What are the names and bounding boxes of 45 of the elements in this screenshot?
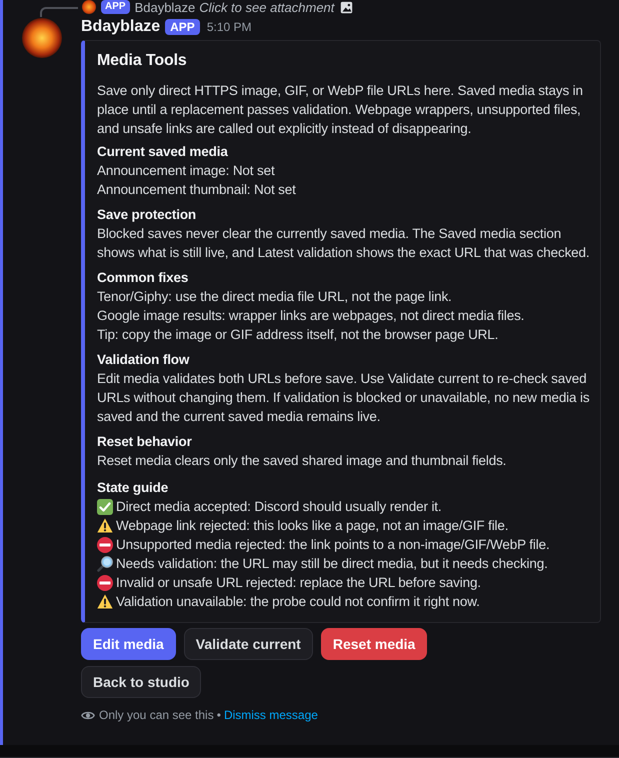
section-heading: Reset behavior xyxy=(97,433,193,451)
app-badge: APP xyxy=(165,19,200,35)
no-entry-icon xyxy=(97,574,113,590)
reply-author[interactable]: Bdayblaze xyxy=(134,0,196,15)
app-badge: APP xyxy=(101,0,130,14)
state-description: Webpage link rejected: this looks like a page, not an image/GIF file. xyxy=(116,517,508,535)
action-button[interactable]: Reset media xyxy=(320,628,428,660)
reply-avatar xyxy=(82,0,96,14)
visibility-note: Only you can see this xyxy=(99,707,214,724)
section-heading: State guide xyxy=(97,479,170,497)
section-text: Google image results: wrapper links are webpages, not direct media files. xyxy=(97,307,526,325)
state-description: Invalid or unsafe URL rejected: replace the URL before saving. xyxy=(116,574,481,592)
section-text: Blocked saves never clear the currently saved media. The Saved media section shows what is still live, and Latest validation shows the exact URL that was checked. xyxy=(97,225,590,262)
section-heading: Current saved media xyxy=(97,143,229,161)
section-heading: Save protection xyxy=(97,206,198,224)
dismiss-link[interactable]: Dismiss message xyxy=(224,706,318,724)
section-heading: Validation flow xyxy=(97,351,190,369)
warning-icon xyxy=(97,594,113,609)
section-text: Edit media validates both URLs before save. Use Validate current to re-check saved URLs without changing them. If validation is blocked or unavailable, no new media is saved and the current saved media remains live. xyxy=(97,370,590,426)
embed-title: Media Tools xyxy=(97,51,188,71)
action-button[interactable]: Validate current xyxy=(184,628,313,660)
state-description: Unsupported media rejected: the link points to a non-image/GIF/WebP file. xyxy=(116,536,550,554)
section-text: Announcement thumbnail: Not set xyxy=(97,181,297,199)
reply-text[interactable]: Click to see attachment xyxy=(199,0,334,15)
action-button[interactable]: Edit media xyxy=(81,628,176,660)
section-text: Announcement image: Not set xyxy=(97,162,276,180)
warning-icon xyxy=(97,518,113,533)
section-text: Tip: copy the image or GIF address itself, not the browser page URL. xyxy=(97,326,500,344)
author-name[interactable]: Bdayblaze xyxy=(81,15,160,39)
separator-dot: • xyxy=(216,707,221,724)
state-description: Direct media accepted: Discord should usually render it. xyxy=(116,498,442,516)
timestamp: 5:10 PM xyxy=(206,19,252,36)
state-description: Needs validation: the URL may still be direct media, but it needs checking. xyxy=(116,555,548,573)
check-icon xyxy=(97,498,113,514)
section-heading: Common fixes xyxy=(97,269,190,287)
embed-description: Save only direct HTTPS image, GIF, or WebP file URLs here. Saved media stays in place until a replacement passes validation. Webpage wrappers, unsupported files, and unsafe links are called out explicitly instead of disappearing. xyxy=(97,82,584,138)
section-text: Reset media clears only the saved shared image and thumbnail fields. xyxy=(97,452,508,470)
eye-icon xyxy=(81,710,95,720)
reply-connector xyxy=(40,7,78,17)
no-entry-icon xyxy=(97,536,113,552)
avatar[interactable] xyxy=(22,18,62,58)
magnifier-icon xyxy=(97,556,113,572)
state-description: Validation unavailable: the probe could not confirm it right now. xyxy=(116,593,480,611)
section-text: Tenor/Giphy: use the direct media file URL, not the page link. xyxy=(97,288,453,306)
action-button[interactable]: Back to studio xyxy=(81,666,202,698)
